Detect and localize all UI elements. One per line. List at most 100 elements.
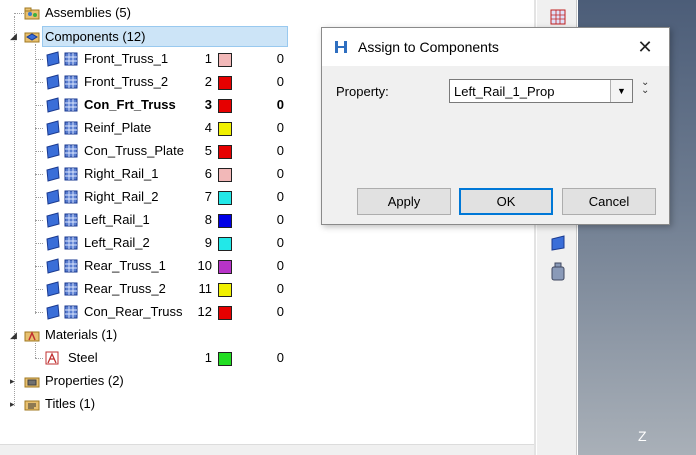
component-id: 11 (198, 281, 213, 296)
component-id: 4 (204, 120, 212, 135)
tree-connector (35, 220, 43, 221)
component-shell-icon (46, 304, 60, 320)
component-color-swatch[interactable] (218, 237, 232, 251)
component-shell-icon (46, 74, 60, 90)
tree-connector (35, 174, 43, 175)
tree-connector (35, 312, 43, 313)
axis-label-z: Z (638, 428, 647, 444)
material-count: 0 (276, 350, 284, 365)
component-color-swatch[interactable] (218, 99, 232, 113)
component-row[interactable]: Con_Rear_Truss 12 0 (0, 301, 536, 324)
component-color-swatch[interactable] (218, 122, 232, 136)
component-name: Con_Truss_Plate (84, 143, 184, 158)
component-color-swatch[interactable] (218, 168, 232, 182)
tree-connector (35, 59, 43, 60)
component-id: 9 (204, 235, 212, 250)
component-row[interactable]: Left_Rail_2 9 0 (0, 232, 536, 255)
tree-connector (35, 151, 43, 152)
tree-node-properties[interactable]: ▸ Properties (2) (0, 370, 536, 393)
expand-triangle-icon[interactable]: ▸ (10, 400, 19, 409)
tree-label-assemblies: Assemblies (5) (45, 5, 131, 20)
component-id: 6 (204, 166, 212, 181)
tree-node-materials[interactable]: ◢ Materials (1) (0, 324, 536, 347)
component-name: Con_Rear_Truss (84, 304, 183, 319)
component-mesh-icon (64, 282, 78, 296)
surface-icon[interactable] (549, 234, 567, 252)
component-color-swatch[interactable] (218, 283, 232, 297)
component-mesh-icon (64, 144, 78, 158)
material-icon (45, 351, 59, 365)
component-id: 10 (197, 258, 212, 273)
horizontal-scrollbar[interactable] (0, 444, 536, 455)
component-count: 0 (276, 281, 284, 296)
material-id: 1 (204, 350, 212, 365)
assemblies-folder-icon (24, 7, 40, 20)
component-row[interactable]: Rear_Truss_1 10 0 (0, 255, 536, 278)
component-name: Rear_Truss_1 (84, 258, 166, 273)
tree-connector (35, 266, 43, 267)
component-id: 5 (204, 143, 212, 158)
tree-node-titles[interactable]: ▸ Titles (1) (0, 393, 536, 416)
component-count: 0 (276, 51, 284, 66)
component-name: Right_Rail_2 (84, 189, 159, 204)
tree-connector (35, 105, 43, 106)
expand-options-icon[interactable]: ⌄ ⌄ (641, 78, 649, 96)
apply-button[interactable]: Apply (357, 188, 451, 215)
mass-weight-icon[interactable] (549, 262, 567, 282)
component-color-swatch[interactable] (218, 76, 232, 90)
component-id: 7 (204, 189, 212, 204)
tree-node-assemblies[interactable]: Assemblies (5) (0, 2, 536, 25)
component-color-swatch[interactable] (218, 306, 232, 320)
property-select-value: Left_Rail_1_Prop (454, 84, 555, 99)
component-mesh-icon (64, 52, 78, 66)
cancel-button[interactable]: Cancel (562, 188, 656, 215)
properties-folder-icon (24, 377, 40, 388)
component-id: 1 (204, 51, 212, 66)
component-count: 0 (276, 166, 284, 181)
component-id: 8 (204, 212, 212, 227)
component-color-swatch[interactable] (218, 145, 232, 159)
component-mesh-icon (64, 75, 78, 89)
collapse-triangle-icon[interactable]: ◢ (10, 331, 19, 340)
component-row[interactable]: Rear_Truss_2 11 0 (0, 278, 536, 301)
component-shell-icon (46, 166, 60, 182)
component-color-swatch[interactable] (218, 260, 232, 274)
component-name: Con_Frt_Truss (84, 97, 176, 112)
component-shell-icon (46, 189, 60, 205)
component-mesh-icon (64, 259, 78, 273)
close-icon[interactable]: ✕ (633, 36, 657, 60)
component-id: 12 (197, 304, 212, 319)
collapse-triangle-icon[interactable]: ◢ (10, 32, 19, 41)
tree-connector (35, 197, 43, 198)
component-mesh-icon (64, 213, 78, 227)
component-shell-icon (46, 235, 60, 251)
dialog-title: Assign to Components (358, 39, 499, 55)
component-shell-icon (46, 97, 60, 113)
component-color-swatch[interactable] (218, 191, 232, 205)
tree-connector (35, 243, 43, 244)
grid-view-icon[interactable] (549, 8, 567, 26)
material-color-swatch[interactable] (218, 352, 232, 366)
tree-label-materials: Materials (1) (45, 327, 118, 342)
component-name: Left_Rail_2 (84, 235, 150, 250)
component-shell-icon (46, 143, 60, 159)
ok-button[interactable]: OK (459, 188, 553, 215)
property-select[interactable]: Left_Rail_1_Prop ▼ (449, 79, 633, 103)
hypermesh-logo-icon (335, 41, 347, 53)
tree-item-steel[interactable]: Steel 1 0 (0, 347, 536, 370)
component-mesh-icon (64, 236, 78, 250)
dropdown-arrow-icon[interactable]: ▼ (610, 80, 632, 102)
component-color-swatch[interactable] (218, 53, 232, 67)
component-name: Right_Rail_1 (84, 166, 159, 181)
component-shell-icon (46, 281, 60, 297)
component-count: 0 (276, 212, 284, 227)
dialog-titlebar[interactable]: Assign to Components ✕ (322, 28, 669, 66)
component-name: Rear_Truss_2 (84, 281, 166, 296)
component-count: 0 (276, 304, 284, 319)
component-count: 0 (276, 258, 284, 273)
component-count: 0 (276, 143, 284, 158)
expand-triangle-icon[interactable]: ▸ (10, 377, 19, 386)
components-folder-icon (24, 32, 40, 43)
component-color-swatch[interactable] (218, 214, 232, 228)
component-count: 0 (276, 120, 284, 135)
